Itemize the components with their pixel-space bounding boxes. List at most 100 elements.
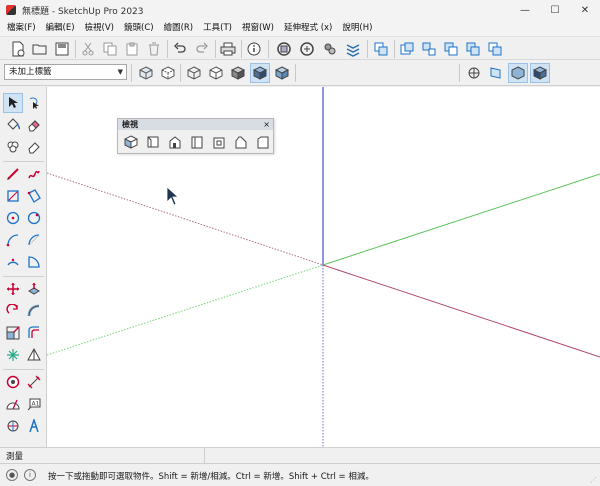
flip-tool-icon[interactable] <box>3 345 23 365</box>
iso-view-icon[interactable] <box>122 133 140 151</box>
paint-bucket-icon[interactable] <box>3 115 23 135</box>
resize-grip-icon[interactable]: ⋰ <box>590 476 597 484</box>
maximize-button[interactable]: ☐ <box>540 0 570 20</box>
menu-view[interactable]: 檢視(V) <box>80 20 119 36</box>
tag-eraser-icon[interactable] <box>24 137 44 157</box>
menu-tools[interactable]: 工具(T) <box>198 20 237 36</box>
3d-text-tool-icon[interactable] <box>24 416 44 436</box>
rotated-rectangle-icon[interactable] <box>24 186 44 206</box>
select-tool-icon[interactable] <box>3 93 23 113</box>
share-component-icon[interactable] <box>320 39 340 59</box>
menu-edit[interactable]: 編輯(E) <box>41 20 80 36</box>
protractor-tool-icon[interactable] <box>3 394 23 414</box>
menu-camera[interactable]: 鏡頭(C) <box>119 20 159 36</box>
red-axis-negative <box>47 172 324 266</box>
hidden-line-style-icon[interactable] <box>206 63 226 83</box>
window-title: 無標題 - SketchUp Pro 2023 <box>22 6 144 17</box>
red-axis-positive <box>322 264 600 358</box>
eraser-icon[interactable] <box>24 115 44 135</box>
offset-tool-icon[interactable] <box>24 323 44 343</box>
make-group-icon[interactable] <box>397 39 417 59</box>
push-pull-tool-icon[interactable] <box>24 279 44 299</box>
right-view-icon[interactable] <box>188 133 206 151</box>
scale-tool-icon[interactable] <box>3 323 23 343</box>
tag-select[interactable]: 未加上標籤 ▼ <box>4 64 127 80</box>
xray-style-icon[interactable] <box>136 63 156 83</box>
freehand-tool-icon[interactable] <box>24 164 44 184</box>
views-title-text: 檢視 <box>122 120 138 129</box>
tape-measure-icon[interactable] <box>3 372 23 392</box>
geo-location-icon[interactable]: ● <box>6 469 18 481</box>
rotate-tool-icon[interactable] <box>3 301 23 321</box>
left-view-icon[interactable] <box>232 133 250 151</box>
intersect-icon[interactable] <box>441 39 461 59</box>
paste-icon[interactable] <box>122 39 142 59</box>
bottom-view-icon[interactable] <box>254 133 272 151</box>
axes-tool-icon[interactable] <box>3 416 23 436</box>
model-info-icon[interactable] <box>244 39 264 59</box>
polygon-tool-icon[interactable] <box>24 208 44 228</box>
back-edges-style-icon[interactable] <box>158 63 178 83</box>
orbit-tool-icon[interactable] <box>3 438 23 447</box>
close-button[interactable]: ✕ <box>570 0 600 20</box>
menu-extensions[interactable]: 延伸程式 (x) <box>279 20 337 36</box>
tag-select-value: 未加上標籤 <box>9 67 52 77</box>
monochrome-style-icon[interactable] <box>272 63 292 83</box>
open-folder-icon[interactable] <box>30 39 50 59</box>
menu-file[interactable]: 檔案(F) <box>2 20 41 36</box>
title-bar: 無標題 - SketchUp Pro 2023 — ☐ ✕ <box>0 0 600 20</box>
wireframe-style-icon[interactable] <box>184 63 204 83</box>
move-tool-icon[interactable] <box>3 279 23 299</box>
pan-tool-icon[interactable] <box>24 438 44 447</box>
subtract-icon[interactable] <box>485 39 505 59</box>
union-icon[interactable] <box>463 39 483 59</box>
menu-draw[interactable]: 繪圖(R) <box>159 20 199 36</box>
solid-tools-icon[interactable] <box>24 345 44 365</box>
circle-tool-icon[interactable] <box>3 208 23 228</box>
3d-warehouse-icon[interactable] <box>274 39 294 59</box>
views-toolbar[interactable]: 檢視 × <box>117 118 274 154</box>
green-axis-negative <box>47 264 324 356</box>
components-icon[interactable] <box>371 39 391 59</box>
window-controls: — ☐ ✕ <box>510 0 600 20</box>
lasso-select-icon[interactable] <box>24 93 44 113</box>
follow-me-tool-icon[interactable] <box>24 301 44 321</box>
delete-icon[interactable] <box>144 39 164 59</box>
redo-icon[interactable] <box>192 39 212 59</box>
tag-tool-icon[interactable] <box>3 137 23 157</box>
pie-tool-icon[interactable] <box>24 252 44 272</box>
front-view-icon[interactable] <box>166 133 184 151</box>
menu-help[interactable]: 說明(H) <box>337 20 377 36</box>
info-icon[interactable]: i <box>24 469 36 481</box>
explode-icon[interactable] <box>419 39 439 59</box>
text-tool-icon[interactable]: A1 <box>24 394 44 414</box>
extension-warehouse-icon[interactable] <box>343 39 363 59</box>
display-section-cuts-icon[interactable] <box>530 63 550 83</box>
section-cuts-icon[interactable] <box>486 63 506 83</box>
arc-tool-icon[interactable] <box>3 230 23 250</box>
measurements-box[interactable]: 測量 <box>0 448 205 464</box>
two-point-arc-icon[interactable] <box>24 230 44 250</box>
green-axis-positive <box>322 173 600 266</box>
views-toolbar-title[interactable]: 檢視 × <box>118 119 273 130</box>
shaded-textures-style-icon[interactable] <box>250 63 270 83</box>
menu-window[interactable]: 視窗(W) <box>237 20 279 36</box>
cut-icon[interactable] <box>78 39 98 59</box>
section-plane-icon[interactable] <box>464 63 484 83</box>
back-view-icon[interactable] <box>210 133 228 151</box>
close-icon[interactable]: × <box>263 119 270 130</box>
rectangle-tool-icon[interactable] <box>3 186 23 206</box>
line-tool-icon[interactable] <box>3 164 23 184</box>
dimension-tool-icon[interactable] <box>24 372 44 392</box>
section-fill-icon[interactable] <box>508 63 528 83</box>
share-model-icon[interactable] <box>297 39 317 59</box>
undo-icon[interactable] <box>170 39 190 59</box>
three-point-arc-icon[interactable] <box>3 252 23 272</box>
top-view-icon[interactable] <box>144 133 162 151</box>
copy-icon[interactable] <box>100 39 120 59</box>
print-icon[interactable] <box>218 39 238 59</box>
minimize-button[interactable]: — <box>510 0 540 20</box>
new-file-icon[interactable] <box>8 39 28 59</box>
shaded-style-icon[interactable] <box>228 63 248 83</box>
save-icon[interactable] <box>52 39 72 59</box>
